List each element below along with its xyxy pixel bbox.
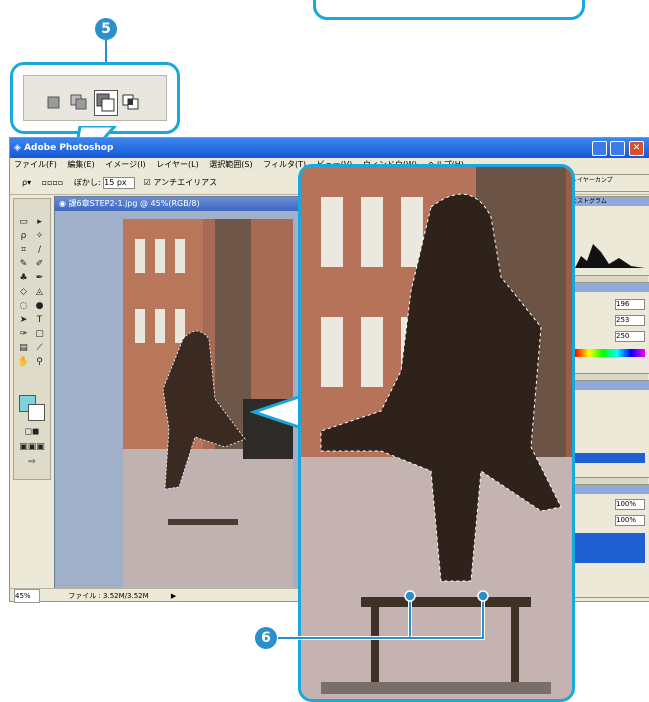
color-palette-header xyxy=(571,283,649,292)
minimize-button[interactable] xyxy=(592,141,607,156)
histogram-graph xyxy=(575,244,645,268)
menu-select[interactable]: 選択範囲(S) xyxy=(209,160,252,169)
status-menu-arrow-icon[interactable]: ▶ xyxy=(171,592,176,600)
color-value-2[interactable]: 253 xyxy=(615,315,645,326)
document-title: 課6章STEP2-1.jpg @ 45%(RGB/8) xyxy=(68,199,200,208)
feather-input[interactable]: 15 px xyxy=(103,176,136,189)
toolbox: ▭ ▸ ρ ✧ ⌗ / ✎ ✐ ♣ ✒ ◇ ◬ ◌ ● ➤ T ✑ ▢ ▤ ⟋ … xyxy=(13,198,51,480)
notes-tool-icon[interactable]: ▤ xyxy=(17,343,30,354)
history-brush-icon[interactable]: ✒ xyxy=(33,273,46,284)
palette-dock: レイヤーカンプ ヒストグラム 196 253 250 100% 100% xyxy=(570,174,649,598)
new-selection-icon[interactable] xyxy=(46,94,62,110)
selection-mode-callout xyxy=(10,62,180,134)
antialias-checkbox[interactable]: ☑ xyxy=(144,178,151,187)
histogram-tab[interactable]: ヒストグラム xyxy=(571,198,607,205)
history-palette xyxy=(570,380,649,478)
screen-mode-icon[interactable]: ▣▣▣ xyxy=(18,442,46,453)
subtract-from-selection-icon[interactable] xyxy=(94,90,118,116)
layers-header xyxy=(571,485,649,494)
antialias-label: アンチエイリアス xyxy=(153,178,218,187)
selection-mode-icons[interactable]: ▫▫▫▫ xyxy=(42,178,64,187)
menu-layer[interactable]: レイヤー(L) xyxy=(156,160,198,169)
stamp-tool-icon[interactable]: ♣ xyxy=(17,273,30,284)
color-palette: 196 253 250 xyxy=(570,282,649,374)
top-callout-frame xyxy=(313,0,585,20)
close-icon[interactable]: ✕ xyxy=(629,141,644,156)
hand-tool-icon[interactable]: ✋ xyxy=(17,357,30,368)
blur-tool-icon[interactable]: ◌ xyxy=(17,301,30,312)
menu-edit[interactable]: 編集(E) xyxy=(67,160,94,169)
layers-palette: 100% 100% xyxy=(570,484,649,598)
file-info: ファイル : 3.52M/3.52M xyxy=(68,592,149,600)
healing-brush-icon[interactable]: ✎ xyxy=(17,259,30,270)
brush-tool-icon[interactable]: ✐ xyxy=(33,259,46,270)
histogram-palette: ヒストグラム xyxy=(570,196,649,276)
pen-tool-icon[interactable]: ✑ xyxy=(17,329,30,340)
maximize-button[interactable] xyxy=(610,141,625,156)
title-bar: ◈ Adobe Photoshop ✕ xyxy=(10,138,649,158)
slice-tool-icon[interactable]: / xyxy=(33,245,46,256)
marquee-tool-icon[interactable]: ▭ xyxy=(17,217,30,228)
lasso-tool-icon[interactable]: ρ▾ xyxy=(22,178,31,187)
menu-file[interactable]: ファイル(F) xyxy=(14,160,57,169)
background-color-swatch[interactable] xyxy=(28,404,45,421)
ps-logo-icon: ◈ xyxy=(14,143,21,153)
type-tool-icon[interactable]: T xyxy=(33,315,46,326)
history-header xyxy=(571,381,649,390)
move-tool-icon[interactable]: ▸ xyxy=(33,217,46,228)
intersect-selection-icon[interactable] xyxy=(122,94,139,110)
window-title: Adobe Photoshop xyxy=(24,143,114,153)
fill-field[interactable]: 100% xyxy=(615,515,645,526)
color-value-3[interactable]: 250 xyxy=(615,331,645,342)
selection-mode-strip xyxy=(23,75,167,121)
jump-to-imageready-icon[interactable]: ⇨ xyxy=(18,457,46,468)
menu-filter[interactable]: フィルタ(T) xyxy=(263,160,306,169)
lasso-tool-icon[interactable]: ρ xyxy=(17,231,30,242)
callout-badge-5: 5 xyxy=(95,18,117,40)
feather-label: ぼかし: xyxy=(73,178,101,187)
callout-badge-6: 6 xyxy=(255,627,277,649)
zoom-tool-icon[interactable]: ⚲ xyxy=(33,357,46,368)
color-ramp[interactable] xyxy=(575,349,645,357)
palette-well: レイヤーカンプ xyxy=(570,174,649,192)
magic-wand-icon[interactable]: ✧ xyxy=(33,231,46,242)
menu-image[interactable]: イメージ(I) xyxy=(105,160,145,169)
dodge-tool-icon[interactable]: ● xyxy=(33,301,46,312)
add-to-selection-icon[interactable] xyxy=(70,94,87,110)
eraser-tool-icon[interactable]: ◇ xyxy=(17,287,30,298)
bucket-tool-icon[interactable]: ◬ xyxy=(33,287,46,298)
quick-mask-icon[interactable]: ◻◼ xyxy=(18,427,46,438)
crop-tool-icon[interactable]: ⌗ xyxy=(17,245,30,256)
path-select-icon[interactable]: ➤ xyxy=(17,315,30,326)
document-title-bar: ◉ 課6章STEP2-1.jpg @ 45%(RGB/8) xyxy=(55,197,315,211)
history-selected-item[interactable] xyxy=(573,453,645,463)
selected-layer-row[interactable] xyxy=(573,533,645,563)
color-value-1[interactable]: 196 xyxy=(615,299,645,310)
eyedropper-icon[interactable]: ⟋ xyxy=(33,343,46,354)
callout-6-leaders xyxy=(278,590,489,640)
opacity-field[interactable]: 100% xyxy=(615,499,645,510)
shape-tool-icon[interactable]: ▢ xyxy=(33,329,46,340)
document-icon: ◉ xyxy=(59,199,66,208)
histogram-header: ヒストグラム xyxy=(571,197,649,206)
zoom-level[interactable]: 45% xyxy=(14,589,40,603)
layer-comps-tab[interactable]: レイヤーカンプ xyxy=(571,177,613,184)
